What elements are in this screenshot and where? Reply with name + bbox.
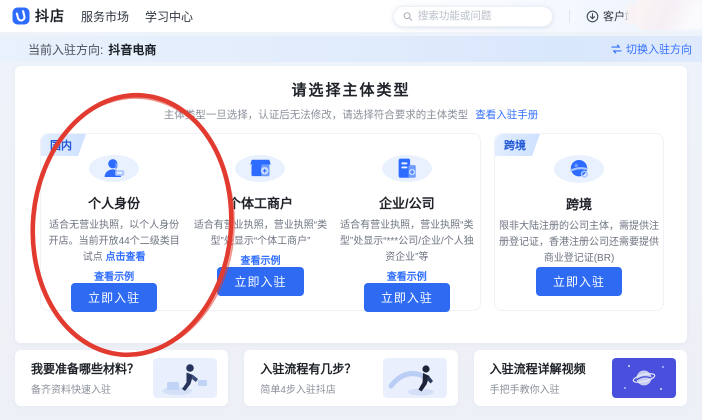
top-navbar: 抖店 服务市场 学习中心 客户端 通知 (0, 0, 702, 32)
help-card-title: 我要准备哪些材料？ (31, 360, 139, 377)
card-desc-personal: 适合无营业执照，以个人身份开店。当前开放44个二级类目试点 点击查看 (41, 218, 187, 266)
view-example-link-personal[interactable]: 查看示例 (94, 268, 134, 283)
click-to-view-link[interactable]: 点击查看 (106, 252, 146, 263)
nav-learning-center[interactable]: 学习中心 (145, 8, 193, 25)
card-title-personal: 个人身份 (88, 193, 140, 212)
join-now-button-personal[interactable]: 立即入驻 (71, 283, 157, 312)
globe-icon (554, 155, 604, 183)
company-icon (382, 155, 432, 182)
switch-label: 切换入驻方向 (626, 41, 692, 57)
doudian-logo-icon (12, 7, 30, 25)
view-example-link-company[interactable]: 查看示例 (387, 268, 427, 283)
card-desc-company: 适合有营业执照，营业执照“类型”处显示“***公司/企业/个人独资企业”等 (334, 218, 480, 266)
video-illustration (612, 358, 676, 398)
card-title-cross-border: 跨境 (566, 194, 592, 213)
subtitle-text: 主体类型一旦选择，认证后无法修改，请选择符合要求的主体类型 (164, 109, 469, 121)
join-now-button-company[interactable]: 立即入驻 (364, 283, 450, 312)
view-manual-link[interactable]: 查看入驻手册 (475, 109, 538, 121)
card-desc-text: 限非大陆注册的公司主体，需提供注册登记证，香港注册公司还需要提供商业登记证(BR… (499, 221, 659, 264)
card-title-individual: 个体工商户 (228, 193, 293, 212)
redacted-user-info (636, 0, 702, 30)
entity-card-personal: 个人身份 适合无营业执照，以个人身份开店。当前开放44个二级类目试点 点击查看 … (41, 134, 187, 310)
entity-type-panel: 请选择主体类型 主体类型一旦选择，认证后无法修改，请选择符合要求的主体类型 查看… (15, 66, 687, 343)
direction-value: 抖音电商 (108, 41, 156, 58)
help-card-steps[interactable]: 入驻流程有几步？ 简单4步入驻抖店 (244, 350, 457, 406)
help-card-texts: 我要准备哪些材料？ 备齐资料快速入驻 (31, 360, 139, 396)
logo-text: 抖店 (35, 6, 65, 26)
search-icon (403, 11, 413, 22)
entity-card-individual-business: 个体工商户 适合有营业执照，营业执照“类型”处显示“个体工商户” 查看示例 立即… (187, 134, 333, 310)
group-cross-border: 跨境 跨境 限非大陆注册的公司主体，需提供注册登记证，香港注册公司还需要提供商业… (494, 133, 664, 311)
help-card-materials[interactable]: 我要准备哪些材料？ 备齐资料快速入驻 (15, 350, 228, 406)
help-card-texts: 入驻流程详解视频 手把手教你入驻 (490, 360, 586, 396)
entity-card-cross-border: 跨境 限非大陆注册的公司主体，需提供注册登记证，香港注册公司还需要提供商业登记证… (495, 134, 663, 310)
page-title: 请选择主体类型 (15, 66, 687, 100)
store-icon (235, 155, 285, 182)
client-icon (586, 10, 599, 23)
card-title-company: 企业/公司 (379, 193, 435, 212)
card-desc-text: 适合有营业执照，营业执照“类型”处显示“个体工商户” (194, 220, 327, 247)
search-box[interactable] (393, 6, 553, 27)
help-card-title: 入驻流程详解视频 (490, 360, 586, 377)
help-cards-row: 我要准备哪些材料？ 备齐资料快速入驻 入驻流程有几步？ 简单4步入驻抖店 (15, 350, 687, 406)
nav-service-market[interactable]: 服务市场 (81, 8, 129, 25)
switch-direction-link[interactable]: 切换入驻方向 (611, 41, 692, 57)
group-domestic: 国内 个人身份 适合无营业执照，以个人身份开店。当前开放44个二级类目试点 点击… (40, 133, 481, 311)
card-desc-cross-border: 限非大陆注册的公司主体，需提供注册登记证，香港注册公司还需要提供商业登记证(BR… (495, 219, 663, 267)
switch-icon (611, 44, 622, 54)
navbar-divider (569, 10, 570, 23)
materials-illustration (153, 358, 217, 398)
view-example-link-individual[interactable]: 查看示例 (240, 252, 280, 267)
direction-label: 当前入驻方向: (28, 41, 103, 58)
join-now-button-cross-border[interactable]: 立即入驻 (536, 267, 622, 296)
help-card-title: 入驻流程有几步？ (260, 360, 356, 377)
direction-banner: 当前入驻方向: 抖音电商 切换入驻方向 (0, 36, 702, 62)
card-desc-text: 适合有营业执照，营业执照“类型”处显示“***公司/企业/个人独资企业”等 (340, 220, 474, 263)
doudian-logo[interactable]: 抖店 (12, 6, 65, 26)
help-card-texts: 入驻流程有几步？ 简单4步入驻抖店 (260, 360, 356, 396)
help-card-video[interactable]: 入驻流程详解视频 手把手教你入驻 (474, 350, 687, 406)
entity-card-company: 企业/公司 适合有营业执照，营业执照“类型”处显示“***公司/企业/个人独资企… (334, 134, 480, 310)
join-now-button-individual[interactable]: 立即入驻 (217, 267, 303, 296)
help-card-subtitle: 手把手教你入驻 (490, 381, 586, 396)
steps-illustration (383, 358, 447, 398)
help-card-subtitle: 简单4步入驻抖店 (260, 381, 356, 396)
person-icon (89, 155, 139, 182)
entity-groups: 国内 个人身份 适合无营业执照，以个人身份开店。当前开放44个二级类目试点 点击… (15, 122, 687, 311)
search-input[interactable] (418, 10, 543, 22)
card-desc-individual: 适合有营业执照，营业执照“类型”处显示“个体工商户” (187, 218, 333, 250)
help-card-subtitle: 备齐资料快速入驻 (31, 381, 139, 396)
page-subtitle: 主体类型一旦选择，认证后无法修改，请选择符合要求的主体类型 查看入驻手册 (15, 107, 687, 122)
